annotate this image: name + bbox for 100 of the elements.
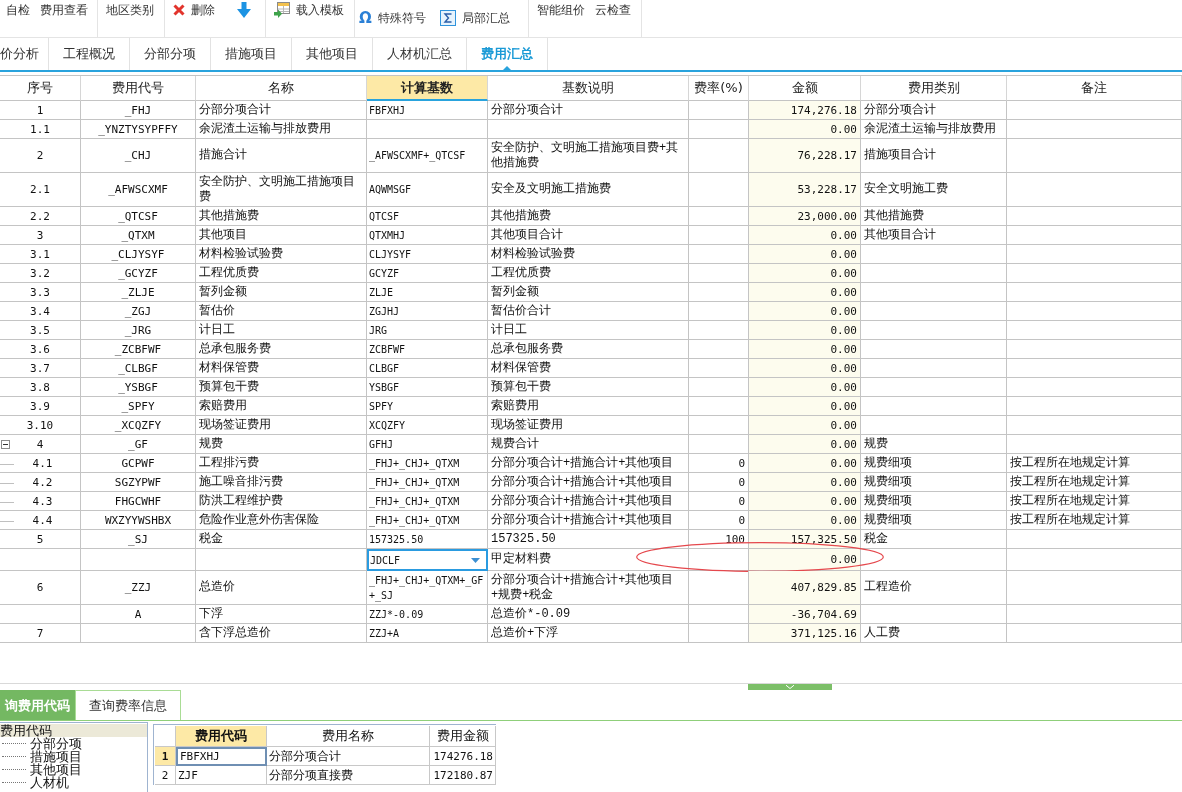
table-cell: 措施合计 — [196, 139, 367, 173]
table-cell: 0.00 — [749, 454, 861, 473]
table-cell: _QTCSF — [81, 207, 196, 226]
table-cell: _CLJYSYF — [81, 245, 196, 264]
table-cell: 2.1 — [0, 173, 81, 207]
table-cell: 0.00 — [749, 359, 861, 378]
table-cell: 安全防护、文明施工措施项目费+其他措施费 — [488, 139, 689, 173]
table-cell: 其他项目合计 — [488, 226, 689, 245]
toolbar-button[interactable]: 智能组价 — [536, 2, 585, 18]
table-cell: 安全文明施工费 — [861, 173, 1007, 207]
table-cell: 0.00 — [749, 321, 861, 340]
cross-icon — [173, 4, 185, 16]
caret-icon[interactable] — [471, 557, 480, 563]
table-cell: 暂估价 — [196, 302, 367, 321]
table-cell: QTXMHJ — [367, 226, 488, 245]
table-cell: 材料检验试验费 — [196, 245, 367, 264]
table-cell: YSBGF — [367, 378, 488, 397]
table-cell: 现场签证费用 — [196, 416, 367, 435]
tree-item[interactable]: 措施项目 — [30, 750, 82, 763]
tree-item[interactable]: 费用代码 — [0, 724, 147, 737]
toolbar-button[interactable]: 自检 — [6, 2, 30, 18]
table-cell: _FHJ+_CHJ+_QTXM — [367, 473, 488, 492]
tree-item[interactable]: 其他项目 — [30, 763, 82, 776]
table-cell: _JRG — [81, 321, 196, 340]
table-cell: _AFWSCXMF — [81, 173, 196, 207]
table-cell: 0.00 — [749, 549, 861, 571]
table-cell: 材料保管费 — [196, 359, 367, 378]
table-cell: _QTXM — [81, 226, 196, 245]
table-cell: _SJ — [81, 530, 196, 549]
table-cell: 2 — [0, 139, 81, 173]
table-cell: 按工程所在地规定计算 — [1007, 492, 1182, 511]
table-cell: _YSBGF — [81, 378, 196, 397]
toolbar-button[interactable]: 云检查 — [594, 2, 631, 18]
table-cell: 3.7 — [0, 359, 81, 378]
table-cell: 0.00 — [749, 120, 861, 139]
table-cell: _ZGJ — [81, 302, 196, 321]
table-cell: 甲定材料费 — [488, 549, 689, 571]
table-cell: _SPFY — [81, 397, 196, 416]
table-cell: 分部分项合计+措施合计+其他项目+规费+税金 — [488, 571, 689, 605]
table-cell: 税金 — [861, 530, 1007, 549]
table-cell: 174276.18 — [430, 747, 496, 766]
table-cell: _FHJ+_CHJ+_QTXM+_GF+_SJ — [367, 571, 488, 605]
table-cell: 暂列金额 — [488, 283, 689, 302]
toolbar-button[interactable]: 费用查看 — [40, 2, 88, 18]
column-header: 费用代码 — [176, 726, 267, 747]
toolbar-button[interactable]: 地区类别 — [106, 2, 154, 18]
table-cell: FHGCWHF — [81, 492, 196, 511]
table-cell: 其他项目 — [196, 226, 367, 245]
splitter-handle[interactable] — [748, 684, 832, 690]
table-cell: 3.1 — [0, 245, 81, 264]
column-header: 费用代号 — [81, 76, 196, 101]
table-cell: ZZJ*-0.09 — [367, 605, 488, 624]
tree-item[interactable]: 分部分项 — [30, 737, 82, 750]
toolbar-button[interactable]: 局部汇总 — [439, 10, 510, 26]
toolbar-button[interactable]: 载入模板 — [274, 2, 344, 18]
tab[interactable]: 查询费率信息 — [75, 690, 181, 720]
table-cell: _FHJ — [81, 101, 196, 120]
table-cell: 分部分项合计 — [861, 101, 1007, 120]
table-cell: 总造价 — [196, 571, 367, 605]
table-cell: FBFXHJ — [367, 101, 488, 120]
table-cell: 按工程所在地规定计算 — [1007, 511, 1182, 530]
toolbar-button[interactable]: 删除 — [173, 2, 215, 18]
table-cell: 危险作业意外伤害保险 — [196, 511, 367, 530]
table-cell: 53,228.17 — [749, 173, 861, 207]
table-cell: 5 — [0, 530, 81, 549]
table-cell: 按工程所在地规定计算 — [1007, 473, 1182, 492]
table-cell: 安全防护、文明施工措施项目费 — [196, 173, 367, 207]
table-cell: 工程优质费 — [196, 264, 367, 283]
table-cell: 计日工 — [488, 321, 689, 340]
collapse-icon[interactable] — [1, 439, 10, 449]
table-cell: XCQZFY — [367, 416, 488, 435]
table-cell: 3 — [0, 226, 81, 245]
tab[interactable]: 价分析 — [0, 38, 49, 70]
table-cell: 暂列金额 — [196, 283, 367, 302]
table-cell: 规费细项 — [861, 511, 1007, 530]
column-header: 序号 — [0, 76, 81, 101]
table-cell: 现场签证费用 — [488, 416, 689, 435]
table-cell: 规费细项 — [861, 492, 1007, 511]
column-header: 计算基数 — [367, 76, 488, 101]
table-cell: 总造价+下浮 — [488, 624, 689, 643]
table-cell: 索赔费用 — [196, 397, 367, 416]
sum-icon — [439, 10, 456, 26]
table-cell: 总承包服务费 — [488, 340, 689, 359]
table-cell: 余泥渣土运输与排放费用 — [196, 120, 367, 139]
table-cell: 材料保管费 — [488, 359, 689, 378]
table-cell: ZLJE — [367, 283, 488, 302]
table-cell: 0.00 — [749, 264, 861, 283]
tree-item[interactable]: 人材机 — [30, 776, 69, 789]
table-cell: _FHJ+_CHJ+_QTXM — [367, 511, 488, 530]
row-number: 2 — [155, 766, 176, 785]
table-cell: GCYZF — [367, 264, 488, 283]
table-cell: 工程造价 — [861, 571, 1007, 605]
table-cell: 0.00 — [749, 416, 861, 435]
table-cell: 安全及文明施工措施费 — [488, 173, 689, 207]
row-number: 1 — [155, 747, 176, 766]
toolbar-button[interactable]: Ω 特殊符号 — [359, 10, 426, 26]
table-cell: 分部分项合计 — [267, 747, 430, 766]
dropdown-field[interactable]: JDCLF — [367, 549, 488, 571]
table-cell: 4.1 — [0, 454, 81, 473]
toolbar-button[interactable] — [237, 2, 251, 18]
